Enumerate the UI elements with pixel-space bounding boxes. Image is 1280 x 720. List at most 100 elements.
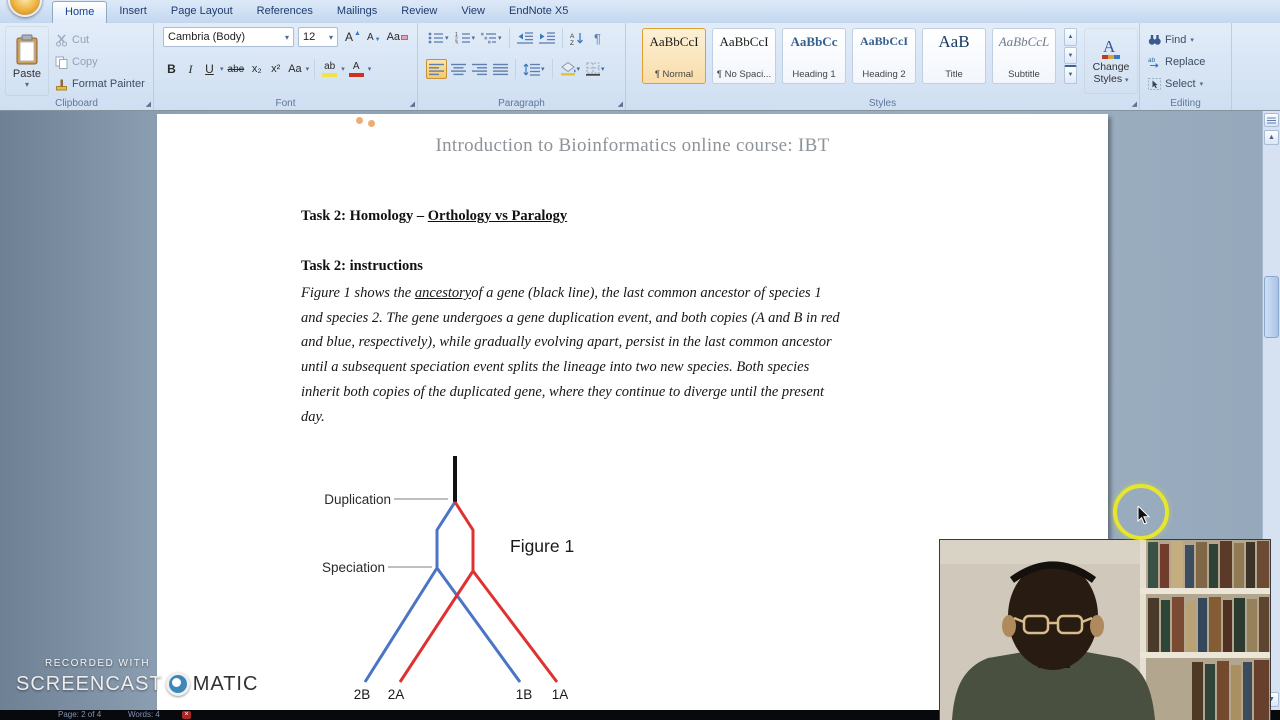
highlight-dropdown-arrow[interactable]: ▾ <box>341 65 345 73</box>
person-head <box>1008 562 1098 670</box>
style-title[interactable]: AaB Title <box>922 28 986 84</box>
leaf-label-2a: 2A <box>388 687 405 702</box>
paragraph-line: day. <box>301 408 325 425</box>
tab-review[interactable]: Review <box>389 1 449 23</box>
grow-font-glyph: A <box>345 30 354 44</box>
font-size-combobox[interactable]: 12 ▾ <box>298 27 338 47</box>
increase-indent-button[interactable] <box>537 28 557 48</box>
superscript-button[interactable]: x² <box>267 58 284 80</box>
find-button[interactable]: Find ▾ <box>1148 30 1194 50</box>
style-normal[interactable]: AaBbCcI ¶ Normal <box>642 28 706 84</box>
shrink-font-button[interactable]: A ▼ <box>365 26 383 48</box>
chevron-down-icon: ▾ <box>1125 77 1129 84</box>
tab-insert[interactable]: Insert <box>107 1 159 23</box>
format-painter-button[interactable]: Format Painter <box>52 74 148 94</box>
align-center-button[interactable] <box>449 59 468 79</box>
paragraph-group: ▾ 123 ▾ ▾ AZ ¶ ▾ ▾ ▾ Paragraph ◢ <box>418 23 626 110</box>
paragraph-dialog-launcher[interactable]: ◢ <box>618 100 623 108</box>
tab-endnote[interactable]: EndNote X5 <box>497 1 580 23</box>
grow-font-button[interactable]: A ▲ <box>343 26 363 48</box>
copy-icon <box>55 56 68 69</box>
font-group: Cambria (Body) ▾ 12 ▾ A ▲ A ▼ Aa B I U ▾ abe… <box>154 23 418 110</box>
replace-button[interactable]: ab Replace <box>1148 52 1205 72</box>
tab-page-layout[interactable]: Page Layout <box>159 1 245 23</box>
chevron-down-icon: ▾ <box>284 32 289 42</box>
bold-button[interactable]: B <box>163 58 180 80</box>
subscript-button[interactable]: x₂ <box>248 58 265 80</box>
style-heading1[interactable]: AaBbCc Heading 1 <box>782 28 846 84</box>
text-highlight-button[interactable]: ab <box>320 58 339 80</box>
paste-button[interactable]: Paste ▾ <box>5 26 49 96</box>
tab-references[interactable]: References <box>245 1 325 23</box>
gene-copy-b-branch <box>435 501 457 568</box>
styles-dialog-launcher[interactable]: ◢ <box>1132 100 1137 108</box>
divider <box>515 59 516 79</box>
tab-view[interactable]: View <box>449 1 497 23</box>
shading-button[interactable]: ▾ <box>558 59 583 79</box>
paragraph-line: Figure 1 shows the ancestoryof a gene (b… <box>301 285 822 301</box>
line-spacing-button[interactable]: ▾ <box>521 59 547 79</box>
align-left-button[interactable] <box>426 59 447 79</box>
recording-marker-dot <box>356 117 363 124</box>
style-subtitle[interactable]: AaBbCcL Subtitle <box>992 28 1056 84</box>
change-styles-button[interactable]: A Change Styles ▾ <box>1084 28 1138 94</box>
ruler-toggle-button[interactable] <box>1264 113 1279 127</box>
style-heading2[interactable]: AaBbCcI Heading 2 <box>852 28 916 84</box>
leaf-label-2b: 2B <box>354 687 371 702</box>
cut-button[interactable]: Cut <box>52 30 92 50</box>
style-preview: AaBbCcI <box>649 34 699 49</box>
font-name-combobox[interactable]: Cambria (Body) ▾ <box>163 27 294 47</box>
clear-formatting-button[interactable]: Aa <box>385 26 410 48</box>
gene-2b-leg <box>363 567 439 683</box>
eraser-icon <box>401 34 409 40</box>
select-cursor-icon <box>1148 78 1161 90</box>
scrollbar-thumb[interactable] <box>1264 276 1279 338</box>
replace-label: Replace <box>1165 56 1206 68</box>
font-dialog-launcher[interactable]: ◢ <box>410 100 415 108</box>
gallery-scroll-down-button[interactable]: ▼ <box>1064 46 1077 65</box>
clipboard-dialog-launcher[interactable]: ◢ <box>146 100 151 108</box>
change-case-dropdown-arrow[interactable]: ▾ <box>306 65 310 73</box>
format-painter-icon <box>56 79 67 90</box>
gallery-more-button[interactable]: ▼ <box>1064 65 1077 85</box>
style-no-spacing[interactable]: AaBbCcI ¶ No Spaci... <box>712 28 776 84</box>
borders-button[interactable]: ▾ <box>584 59 607 79</box>
font-color-button[interactable]: A <box>347 58 366 80</box>
copy-button[interactable]: Copy <box>52 52 101 72</box>
justify-button[interactable] <box>491 59 510 79</box>
multilevel-list-button[interactable]: ▾ <box>479 28 504 48</box>
decrease-indent-button[interactable] <box>515 28 535 48</box>
screencast-o-matic-logo-icon <box>165 672 190 696</box>
gene-1a-leg <box>471 570 559 683</box>
gene-2a-leg <box>398 570 475 683</box>
underline-dropdown-arrow[interactable]: ▾ <box>220 65 224 73</box>
font-color-dropdown-arrow[interactable]: ▾ <box>368 65 372 73</box>
tab-mailings[interactable]: Mailings <box>325 1 389 23</box>
leaf-label-1b: 1B <box>516 687 533 702</box>
instructions-paragraph: Figure 1 shows the ancestoryof a gene (b… <box>301 281 840 429</box>
align-right-button[interactable] <box>470 59 489 79</box>
office-button[interactable] <box>8 0 42 17</box>
proofing-error-icon[interactable]: × <box>182 711 191 719</box>
word-count[interactable]: Words: 4 <box>128 710 160 720</box>
page-indicator[interactable]: Page: 2 of 4 <box>58 710 101 720</box>
task-heading-prefix: Task 2: Homology – <box>301 208 428 224</box>
italic-button[interactable]: I <box>182 58 199 80</box>
numbering-button[interactable]: 123 ▾ <box>453 28 478 48</box>
bullets-button[interactable]: ▾ <box>426 28 451 48</box>
chevron-down-icon: ▾ <box>328 32 333 42</box>
select-dropdown-arrow: ▾ <box>1199 81 1204 88</box>
change-case-button[interactable]: Aa <box>286 58 303 80</box>
scroll-up-button[interactable]: ▲ <box>1264 130 1279 145</box>
svg-text:3: 3 <box>455 41 458 44</box>
strikethrough-button[interactable]: abe <box>226 58 247 80</box>
underline-button[interactable]: U <box>201 58 218 80</box>
show-paragraph-marks-button[interactable]: ¶ <box>589 28 607 48</box>
tab-home[interactable]: Home <box>52 1 108 23</box>
gallery-scroll-up-button[interactable]: ▲ <box>1064 28 1077 46</box>
bullets-icon <box>428 32 443 44</box>
replace-icon: ab <box>1148 57 1159 68</box>
select-button[interactable]: Select ▾ <box>1148 74 1203 94</box>
sort-button[interactable]: AZ <box>568 28 587 48</box>
style-name: Heading 2 <box>862 69 906 80</box>
